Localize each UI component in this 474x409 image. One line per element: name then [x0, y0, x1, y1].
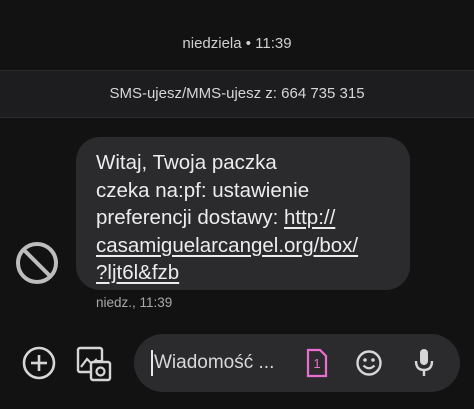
message-line: preferencji dostawy: http://: [96, 204, 392, 232]
date-header: niedziela • 11:39: [182, 35, 292, 52]
message-link[interactable]: casamiguelarcangel.org/box/: [96, 234, 358, 257]
message-line: casamiguelarcangel.org/box/: [96, 232, 392, 260]
message-compose-field[interactable]: 1: [134, 334, 460, 392]
message-timestamp: niedz., 11:39: [96, 295, 173, 310]
gallery-button[interactable]: [74, 344, 114, 384]
add-circle-icon: [22, 346, 56, 380]
message-line: Witaj, Twoja paczka: [96, 151, 277, 174]
add-attachment-button[interactable]: [20, 344, 58, 382]
sim-slot-number: 1: [313, 356, 321, 371]
message-link[interactable]: ?ljt6l&fzb: [96, 261, 179, 284]
gallery-icon: [76, 346, 112, 382]
microphone-icon: [414, 349, 434, 376]
message-input[interactable]: [154, 334, 294, 392]
messages-screen: niedziela • 11:39 SMS-ujesz/MMS-ujesz z:…: [0, 0, 474, 409]
blocked-icon[interactable]: [14, 240, 60, 286]
emoji-button[interactable]: [354, 348, 384, 378]
emoji-icon: [356, 350, 382, 376]
voice-message-button[interactable]: [410, 347, 438, 379]
message-line: ?ljt6l&fzb: [96, 259, 392, 287]
compose-bar: 1: [0, 330, 474, 409]
message-link[interactable]: http://: [284, 206, 335, 229]
sim-selector-button[interactable]: 1: [306, 348, 328, 378]
message-bubble[interactable]: Witaj, Twoja paczka czeka na:pf: ustawie…: [76, 137, 410, 290]
message-line: czeka na:pf: ustawienie: [96, 178, 310, 202]
sender-info-bar: SMS-ujesz/MMS-ujesz z: 664 735 315: [0, 70, 474, 118]
text-cursor: [151, 350, 153, 376]
message-line-text: preferencji dostawy:: [96, 206, 285, 229]
